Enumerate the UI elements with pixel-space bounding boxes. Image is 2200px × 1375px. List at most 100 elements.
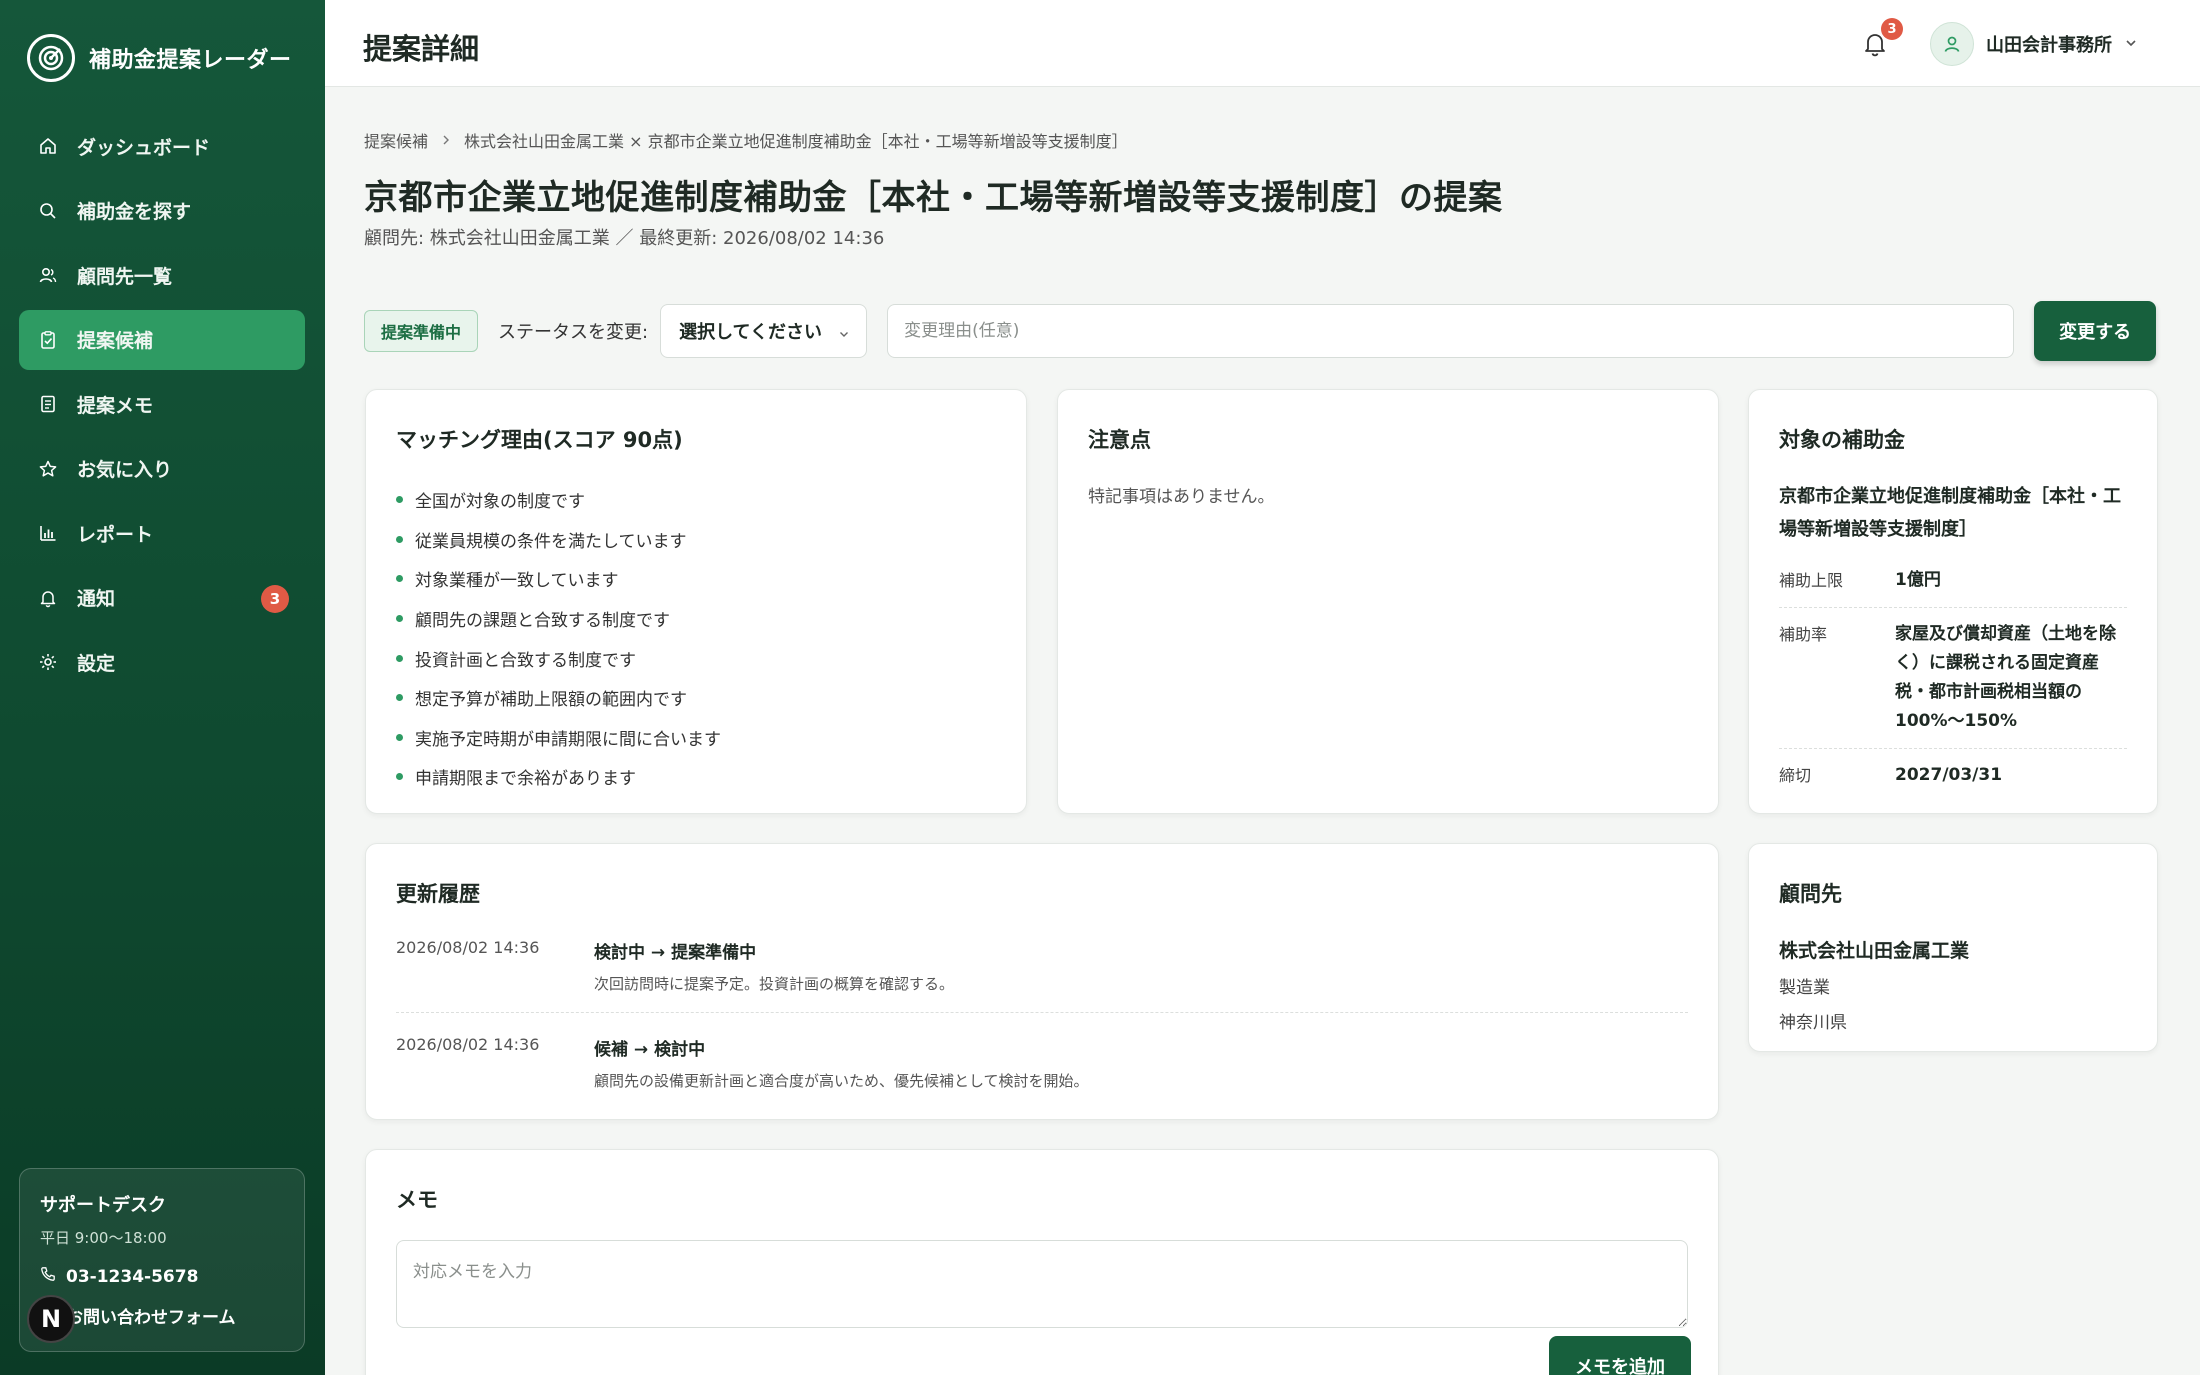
sidebar-item-proposals[interactable]: 提案候補 <box>19 309 305 370</box>
list-item: 顧問先の課題と合致する制度です <box>396 599 996 639</box>
add-memo-button[interactable]: メモを追加 <box>1549 1336 1691 1375</box>
detail-value: 2027/03/31 <box>1895 765 2003 785</box>
client-card: 顧問先 株式会社山田金属工業 製造業 神奈川県 <box>1748 843 2158 1052</box>
support-title: サポートデスク <box>40 1195 166 1216</box>
bell-icon <box>37 587 59 609</box>
caution-text: 特記事項はありません。 <box>1088 487 1275 507</box>
list-item: 投資計画と合致する制度です <box>396 638 996 678</box>
bullet-icon <box>396 773 403 781</box>
client-industry: 製造業 <box>1779 978 1830 998</box>
history-note: 顧問先の設備更新計画と適合度が高いため、優先候補として検討を開始。 <box>594 1072 1089 1090</box>
client-region: 神奈川県 <box>1779 1013 1847 1033</box>
caution-card-title: 注意点 <box>1088 428 1151 452</box>
list-item: 実施予定時期が申請期限に間に合います <box>396 718 996 758</box>
reason-text: 実施予定時期が申請期限に間に合います <box>415 729 721 750</box>
sidebar-item-label: 提案メモ <box>77 394 154 417</box>
note-icon <box>37 393 59 415</box>
sidebar-item-label: 補助金を探す <box>77 201 192 223</box>
sidebar-item-favorites[interactable]: お気に入り <box>19 439 305 499</box>
change-status-button[interactable]: 変更する <box>2034 301 2157 361</box>
radar-logo-icon <box>27 34 75 82</box>
page-meta: 顧問先: 株式会社山田金属工業 ／ 最終更新: 2026/08/02 14:36 <box>364 228 885 249</box>
notification-count-badge: 3 <box>261 584 289 613</box>
phone-icon <box>40 1266 56 1287</box>
history-date: 2026/08/02 14:36 <box>396 938 540 957</box>
search-icon <box>37 200 59 222</box>
sidebar-nav: ダッシュボード 補助金を探す 顧問先一覧 提案候補 提案メモ お気に入り レポー… <box>19 116 305 697</box>
status-badge: 提案準備中 <box>364 310 479 352</box>
status-select[interactable]: 選択してください <box>660 304 868 358</box>
matching-card-title: マッチング理由(スコア 90点) <box>396 428 683 452</box>
list-item: 従業員規模の条件を満たしています <box>396 520 996 560</box>
matching-reasons-list: 全国が対象の制度です 従業員規模の条件を満たしています 対象業種が一致しています… <box>396 480 996 797</box>
update-history-card: 更新履歴 2026/08/02 14:36 検討中 → 提案準備中 次回訪問時に… <box>365 843 1719 1120</box>
gear-icon <box>37 651 59 673</box>
client-name[interactable]: 株式会社山田金属工業 <box>1779 936 2127 963</box>
support-phone[interactable]: 03-1234-5678 <box>40 1266 284 1287</box>
status-select-value: 選択してください <box>679 322 823 343</box>
user-avatar-icon <box>1930 22 1974 66</box>
subsidy-card-title: 対象の補助金 <box>1779 428 1905 452</box>
caution-card: 注意点 特記事項はありません。 <box>1057 389 1719 814</box>
star-icon <box>37 458 59 480</box>
bullet-icon <box>396 654 403 662</box>
brand[interactable]: 補助金提案レーダー <box>27 34 292 82</box>
subsidy-detail-row: 補助上限 1億円 <box>1779 554 2127 608</box>
list-item: 申請期限まで余裕があります <box>396 757 996 797</box>
subsidy-detail-row: 補助率 家屋及び償却資産（土地を除く）に課税される固定資産税・都市計画税相当額の… <box>1779 608 2127 749</box>
sidebar-item-search-subsidy[interactable]: 補助金を探す <box>19 181 305 241</box>
sidebar-item-settings[interactable]: 設定 <box>19 632 305 692</box>
user-menu[interactable]: 山田会計事務所 <box>1930 22 2138 66</box>
bullet-icon <box>396 575 403 583</box>
reason-text: 対象業種が一致しています <box>415 571 619 592</box>
chevron-right-icon <box>440 131 452 150</box>
bullet-icon <box>396 615 403 623</box>
support-contact-form-link[interactable]: お問い合わせフォーム <box>40 1303 284 1328</box>
users-icon <box>37 264 59 286</box>
support-hours: 平日 9:00〜18:00 <box>40 1229 167 1247</box>
sidebar-item-label: レポート <box>77 523 154 546</box>
client-card-title: 顧問先 <box>1779 882 1842 906</box>
sidebar-item-label: 通知 <box>77 588 116 610</box>
support-contact-form-label: お問い合わせフォーム <box>66 1308 236 1328</box>
sidebar-item-notifications[interactable]: 通知 3 <box>19 568 305 628</box>
subsidy-name: 京都市企業立地促進制度補助金［本社・工場等新増設等支援制度］ <box>1779 486 2121 540</box>
detail-key: 補助率 <box>1779 625 1828 644</box>
home-icon <box>37 135 59 157</box>
n-floating-badge[interactable]: N <box>27 1295 75 1343</box>
sidebar-item-memos[interactable]: 提案メモ <box>19 374 305 434</box>
reason-text: 想定予算が補助上限額の範囲内です <box>415 690 687 711</box>
brand-name: 補助金提案レーダー <box>89 48 292 73</box>
reason-text: 投資計画と合致する制度です <box>415 650 636 671</box>
subsidy-details: 補助上限 1億円 補助率 家屋及び償却資産（土地を除く）に課税される固定資産税・… <box>1779 554 2127 802</box>
breadcrumb: 提案候補 株式会社山田金属工業 × 京都市企業立地促進制度補助金［本社・工場等新… <box>364 128 1128 152</box>
chevron-down-icon <box>838 324 850 345</box>
matching-reasons-card: マッチング理由(スコア 90点) 全国が対象の制度です 従業員規模の条件を満たし… <box>365 389 1027 814</box>
memo-input[interactable] <box>396 1240 1688 1328</box>
history-change: 検討中 → 提案準備中 <box>594 943 757 963</box>
breadcrumb-root-link[interactable]: 提案候補 <box>364 128 428 152</box>
user-name: 山田会計事務所 <box>1986 35 2112 56</box>
sidebar: 補助金提案レーダー ダッシュボード 補助金を探す 顧問先一覧 提案候補 提案メモ… <box>0 0 325 1375</box>
sidebar-item-label: 顧問先一覧 <box>77 265 173 288</box>
list-item: 対象業種が一致しています <box>396 559 996 599</box>
target-subsidy-card: 対象の補助金 京都市企業立地促進制度補助金［本社・工場等新増設等支援制度］ 補助… <box>1748 389 2158 814</box>
history-note: 次回訪問時に提案予定。投資計画の概算を確認する。 <box>594 975 955 993</box>
list-item: 想定予算が補助上限額の範囲内です <box>396 678 996 718</box>
topbar: 提案詳細 3 山田会計事務所 <box>325 0 2200 87</box>
sidebar-item-clients[interactable]: 顧問先一覧 <box>19 245 305 305</box>
detail-key: 補助上限 <box>1779 571 1844 590</box>
bullet-icon <box>396 496 403 504</box>
history-body: 検討中 → 提案準備中 次回訪問時に提案予定。投資計画の概算を確認する。 <box>594 938 954 994</box>
memo-card: メモ メモを追加 <box>365 1149 1719 1375</box>
bar-chart-icon <box>37 522 59 544</box>
subsidy-detail-row: 締切 2027/03/31 <box>1779 749 2127 802</box>
change-reason-input[interactable] <box>887 304 2015 358</box>
sidebar-item-dashboard[interactable]: ダッシュボード <box>19 116 305 176</box>
history-list: 2026/08/02 14:36 検討中 → 提案準備中 次回訪問時に提案予定。… <box>396 916 1688 1109</box>
topbar-notification-badge: 3 <box>1881 18 1903 40</box>
reason-text: 顧問先の課題と合致する制度です <box>415 611 670 632</box>
sidebar-item-reports[interactable]: レポート <box>19 503 305 563</box>
detail-value: 家屋及び償却資産（土地を除く）に課税される固定資産税・都市計画税相当額の100%… <box>1895 624 2116 731</box>
detail-key: 締切 <box>1779 766 1812 785</box>
